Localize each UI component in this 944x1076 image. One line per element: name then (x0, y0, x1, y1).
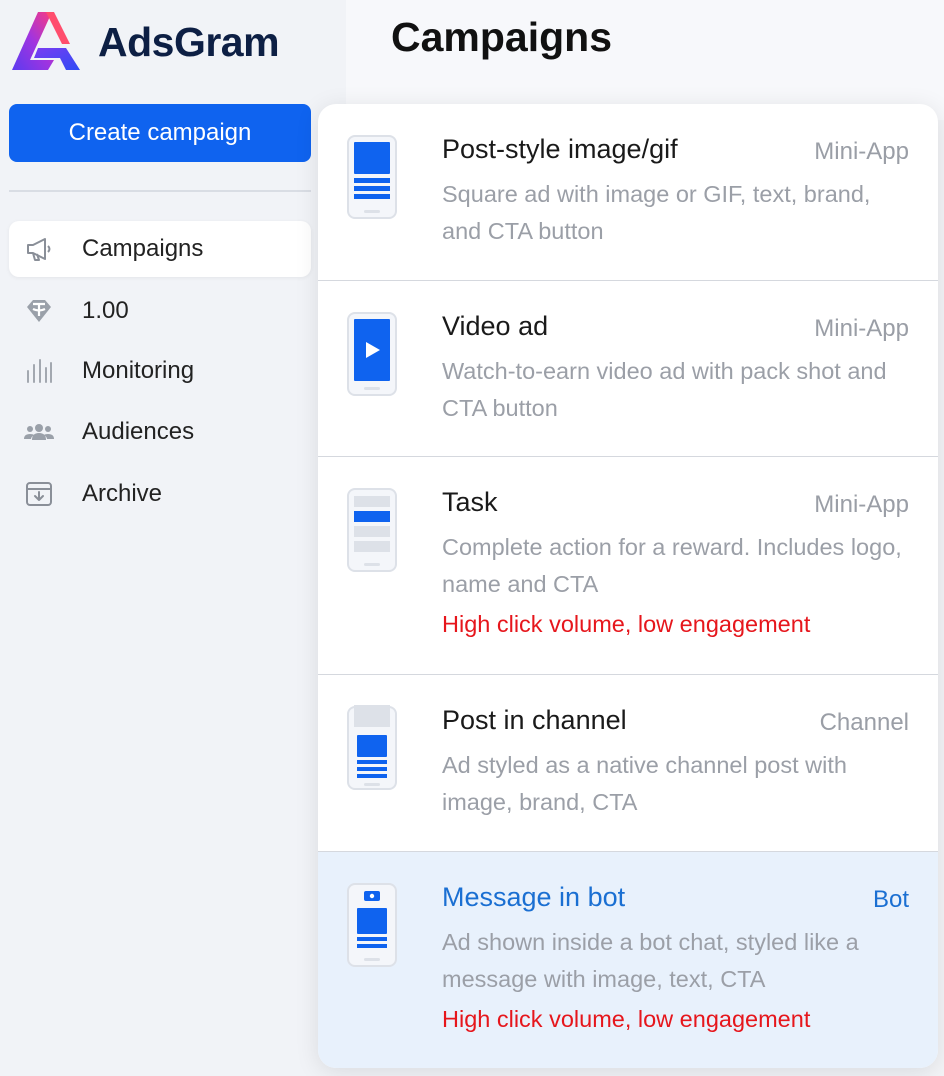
sidebar-item-label: Campaigns (82, 235, 204, 262)
create-campaign-button[interactable]: Create campaign (9, 104, 311, 162)
bar-chart-icon (21, 353, 57, 389)
page-header: Campaigns (346, 0, 944, 120)
sidebar-item-label: 1.00 (82, 297, 129, 324)
sidebar-item-archive[interactable]: Archive (9, 466, 311, 522)
option-video-ad[interactable]: Video ad Mini-App Watch-to-earn video ad… (318, 281, 938, 457)
option-warning: High click volume, low engagement (442, 1006, 811, 1032)
option-tag: Bot (872, 886, 909, 913)
sidebar-item-label: Audiences (82, 418, 195, 445)
sidebar-item-monitoring[interactable]: Monitoring (9, 343, 311, 399)
option-description: Watch-to-earn video ad with pack shot an… (442, 358, 887, 421)
archive-icon (21, 476, 57, 512)
sidebar-item-label: Monitoring (82, 357, 195, 384)
option-warning: High click volume, low engagement (442, 611, 811, 637)
option-post-style[interactable]: Post-style image/gif Mini-App Square ad … (318, 104, 938, 281)
option-title: Post-style image/gif (442, 134, 678, 164)
app-name: AdsGram (98, 18, 280, 65)
option-tag: Mini-App (814, 491, 909, 518)
phone-video-icon (347, 312, 397, 396)
people-icon (21, 414, 57, 450)
option-description: Square ad with image or GIF, text, brand… (442, 181, 871, 244)
option-tag: Mini-App (814, 315, 909, 342)
tether-icon (21, 293, 57, 329)
phone-image-post-icon (347, 135, 397, 219)
campaign-type-dropdown: Post-style image/gif Mini-App Square ad … (318, 104, 938, 1068)
phone-task-icon (347, 488, 397, 572)
option-message-in-bot[interactable]: Message in bot Bot Ad shown inside a bot… (318, 852, 938, 1068)
option-post-in-channel[interactable]: Post in channel Channel Ad styled as a n… (318, 675, 938, 852)
sidebar-item-balance[interactable]: 1.00 (9, 283, 311, 339)
option-task[interactable]: Task Mini-App Complete action for a rewa… (318, 457, 938, 675)
option-description: Ad shown inside a bot chat, styled like … (442, 929, 859, 992)
adsgram-logo-icon (12, 12, 80, 70)
option-title: Task (442, 487, 498, 517)
megaphone-icon (21, 231, 57, 267)
sidebar-item-label: Archive (82, 480, 163, 507)
sidebar: AdsGram Create campaign Campaigns 1.00 M… (0, 0, 326, 1076)
sidebar-divider (9, 190, 311, 192)
option-title: Message in bot (442, 882, 626, 912)
phone-bot-message-icon (347, 883, 397, 967)
option-title: Post in channel (442, 705, 627, 735)
page-title: Campaigns (391, 14, 612, 60)
logo[interactable]: AdsGram (8, 8, 280, 76)
option-description: Ad styled as a native channel post with … (442, 752, 847, 815)
sidebar-item-audiences[interactable]: Audiences (9, 404, 311, 460)
sidebar-item-campaigns[interactable]: Campaigns (9, 221, 311, 277)
option-tag: Mini-App (814, 138, 909, 165)
option-description: Complete action for a reward. Includes l… (442, 534, 902, 597)
phone-channel-post-icon (347, 705, 397, 790)
option-tag: Channel (819, 709, 909, 736)
option-title: Video ad (442, 311, 549, 341)
